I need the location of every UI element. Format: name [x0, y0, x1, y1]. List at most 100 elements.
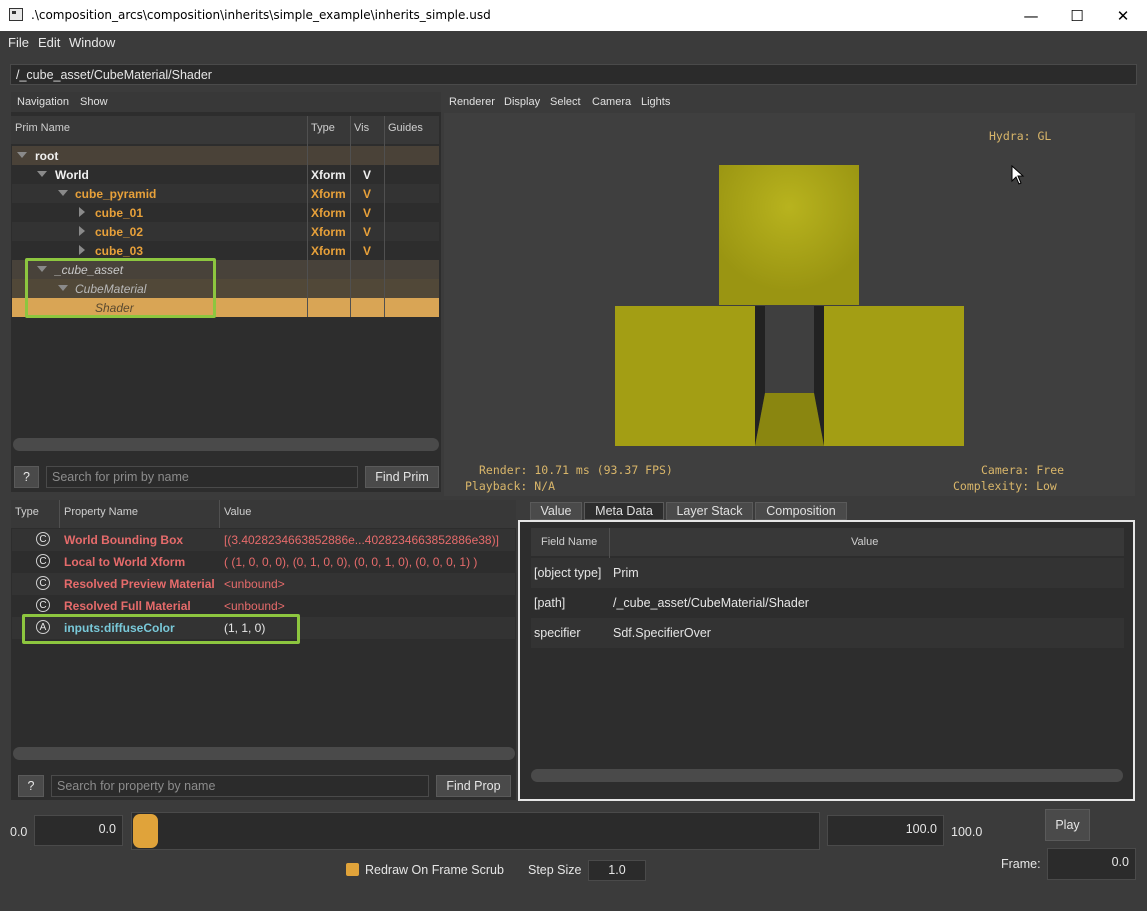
col-vis[interactable]: Vis: [354, 122, 369, 134]
collapse-arrow-icon[interactable]: [79, 207, 85, 217]
prop-value: <unbound>: [224, 599, 285, 613]
collapse-arrow-icon[interactable]: [79, 245, 85, 255]
prim-path-field[interactable]: /_cube_asset/CubeMaterial/Shader: [10, 64, 1137, 85]
highlight-box-inherited-prims: [25, 258, 216, 318]
maximize-icon[interactable]: ☐: [1054, 0, 1100, 31]
cube-01-shape: [615, 306, 755, 446]
find-prim-button[interactable]: Find Prim: [365, 466, 439, 488]
highlight-box-diffuse-color: [22, 614, 300, 644]
prop-row[interactable]: C Resolved Preview Material <unbound>: [12, 573, 515, 595]
step-size-label: Step Size: [528, 863, 582, 877]
close-icon[interactable]: ✕: [1100, 0, 1146, 31]
prim-tree-scrollbar[interactable]: [13, 438, 439, 451]
prim-vis[interactable]: V: [363, 225, 371, 239]
expand-arrow-icon[interactable]: [37, 171, 47, 177]
prim-name: cube_pyramid: [75, 187, 157, 201]
frame-slider-handle[interactable]: [133, 814, 158, 848]
prim-vis[interactable]: V: [363, 244, 371, 258]
viewport-toolbar: Renderer Display Select Camera Lights: [444, 92, 1135, 113]
redraw-checkbox[interactable]: [346, 863, 359, 876]
timeline-end-field[interactable]: 100.0: [827, 815, 944, 846]
menu-window[interactable]: Window: [69, 35, 115, 50]
tree-row-cube-pyramid[interactable]: cube_pyramid Xform V: [12, 184, 439, 203]
frame-field[interactable]: 0.0: [1047, 848, 1136, 880]
tab-meta-data[interactable]: Meta Data: [584, 502, 664, 520]
tree-row-root[interactable]: root: [12, 146, 439, 165]
prim-vis[interactable]: V: [363, 206, 371, 220]
meta-row[interactable]: specifier Sdf.SpecifierOver: [531, 618, 1124, 648]
property-search-input[interactable]: Search for property by name: [51, 775, 429, 797]
col-prop-name[interactable]: Property Name: [64, 506, 138, 518]
step-size-field[interactable]: 1.0: [588, 860, 646, 881]
computed-property-icon: C: [36, 576, 50, 590]
find-prop-button[interactable]: Find Prop: [436, 775, 511, 797]
prim-help-button[interactable]: ?: [14, 466, 39, 488]
prim-type: Xform: [311, 168, 346, 182]
prim-vis[interactable]: V: [363, 187, 371, 201]
col-prop-value[interactable]: Value: [224, 506, 251, 518]
prim-type: Xform: [311, 206, 346, 220]
expand-arrow-icon[interactable]: [58, 190, 68, 196]
gap-floor: [755, 393, 824, 446]
col-field-name[interactable]: Field Name: [541, 536, 597, 548]
title-bar: .\composition_arcs\composition\inherits\…: [0, 0, 1147, 31]
col-prop-type[interactable]: Type: [15, 506, 39, 518]
prim-vis[interactable]: V: [363, 168, 371, 182]
prim-name: cube_01: [95, 206, 144, 220]
col-type[interactable]: Type: [311, 122, 335, 134]
prim-type: Xform: [311, 187, 346, 201]
meta-field: [path]: [534, 596, 566, 610]
prop-help-button[interactable]: ?: [18, 775, 44, 797]
gap-back: [765, 306, 814, 393]
prim-search-input[interactable]: Search for prim by name: [46, 466, 358, 488]
timeline-start-label: 0.0: [10, 825, 28, 839]
renderer-menu[interactable]: Renderer: [449, 96, 495, 108]
prop-value: ( (1, 0, 0, 0), (0, 1, 0, 0), (0, 0, 1, …: [224, 555, 478, 569]
property-scrollbar[interactable]: [13, 747, 515, 760]
camera-menu[interactable]: Camera: [592, 96, 631, 108]
mouse-cursor-icon: [1011, 164, 1025, 188]
tree-row-cube-01[interactable]: cube_01 Xform V: [12, 203, 439, 222]
prim-type: Xform: [311, 244, 346, 258]
meta-field: [object type]: [534, 566, 602, 580]
tab-composition[interactable]: Composition: [755, 502, 847, 520]
menu-file[interactable]: File: [8, 35, 29, 50]
3d-viewport[interactable]: Hydra: GL Render: 10.71 ms (93.37 FPS) P…: [444, 113, 1135, 496]
frame-slider-track[interactable]: [131, 812, 820, 850]
select-menu[interactable]: Select: [550, 96, 581, 108]
play-button[interactable]: Play: [1045, 809, 1090, 841]
expand-arrow-icon[interactable]: [17, 152, 27, 158]
hydra-label: Hydra: GL: [989, 129, 1052, 143]
minimize-icon[interactable]: —: [1008, 0, 1054, 31]
prop-row[interactable]: C World Bounding Box [(3.402823466385288…: [12, 529, 515, 551]
prop-row[interactable]: C Local to World Xform ( (1, 0, 0, 0), (…: [12, 551, 515, 573]
col-meta-value[interactable]: Value: [851, 536, 878, 548]
computed-property-icon: C: [36, 598, 50, 612]
tab-value[interactable]: Value: [530, 502, 582, 520]
meta-row[interactable]: [object type] Prim: [531, 558, 1124, 588]
meta-row[interactable]: [path] /_cube_asset/CubeMaterial/Shader: [531, 588, 1124, 618]
prop-name: Local to World Xform: [64, 555, 186, 569]
timeline-start-field[interactable]: 0.0: [34, 815, 123, 846]
navigation-menu[interactable]: Navigation: [17, 96, 69, 108]
metadata-scrollbar[interactable]: [531, 769, 1123, 782]
meta-value: Sdf.SpecifierOver: [613, 626, 711, 640]
col-prim-name[interactable]: Prim Name: [15, 122, 70, 134]
prop-name: Resolved Full Material: [64, 599, 191, 613]
display-menu[interactable]: Display: [504, 96, 540, 108]
redraw-label: Redraw On Frame Scrub: [365, 863, 504, 877]
prim-name: cube_03: [95, 244, 144, 258]
prim-name: World: [55, 168, 89, 182]
cube-02-shape: [824, 306, 964, 446]
menu-edit[interactable]: Edit: [38, 35, 60, 50]
tree-row-world[interactable]: World Xform V: [12, 165, 439, 184]
computed-property-icon: C: [36, 554, 50, 568]
show-menu[interactable]: Show: [80, 96, 108, 108]
col-guides[interactable]: Guides: [388, 122, 423, 134]
collapse-arrow-icon[interactable]: [79, 226, 85, 236]
tree-row-cube-02[interactable]: cube_02 Xform V: [12, 222, 439, 241]
tab-layer-stack[interactable]: Layer Stack: [666, 502, 753, 520]
prim-name: root: [35, 149, 59, 163]
lights-menu[interactable]: Lights: [641, 96, 670, 108]
timeline-end-label: 100.0: [951, 825, 983, 839]
